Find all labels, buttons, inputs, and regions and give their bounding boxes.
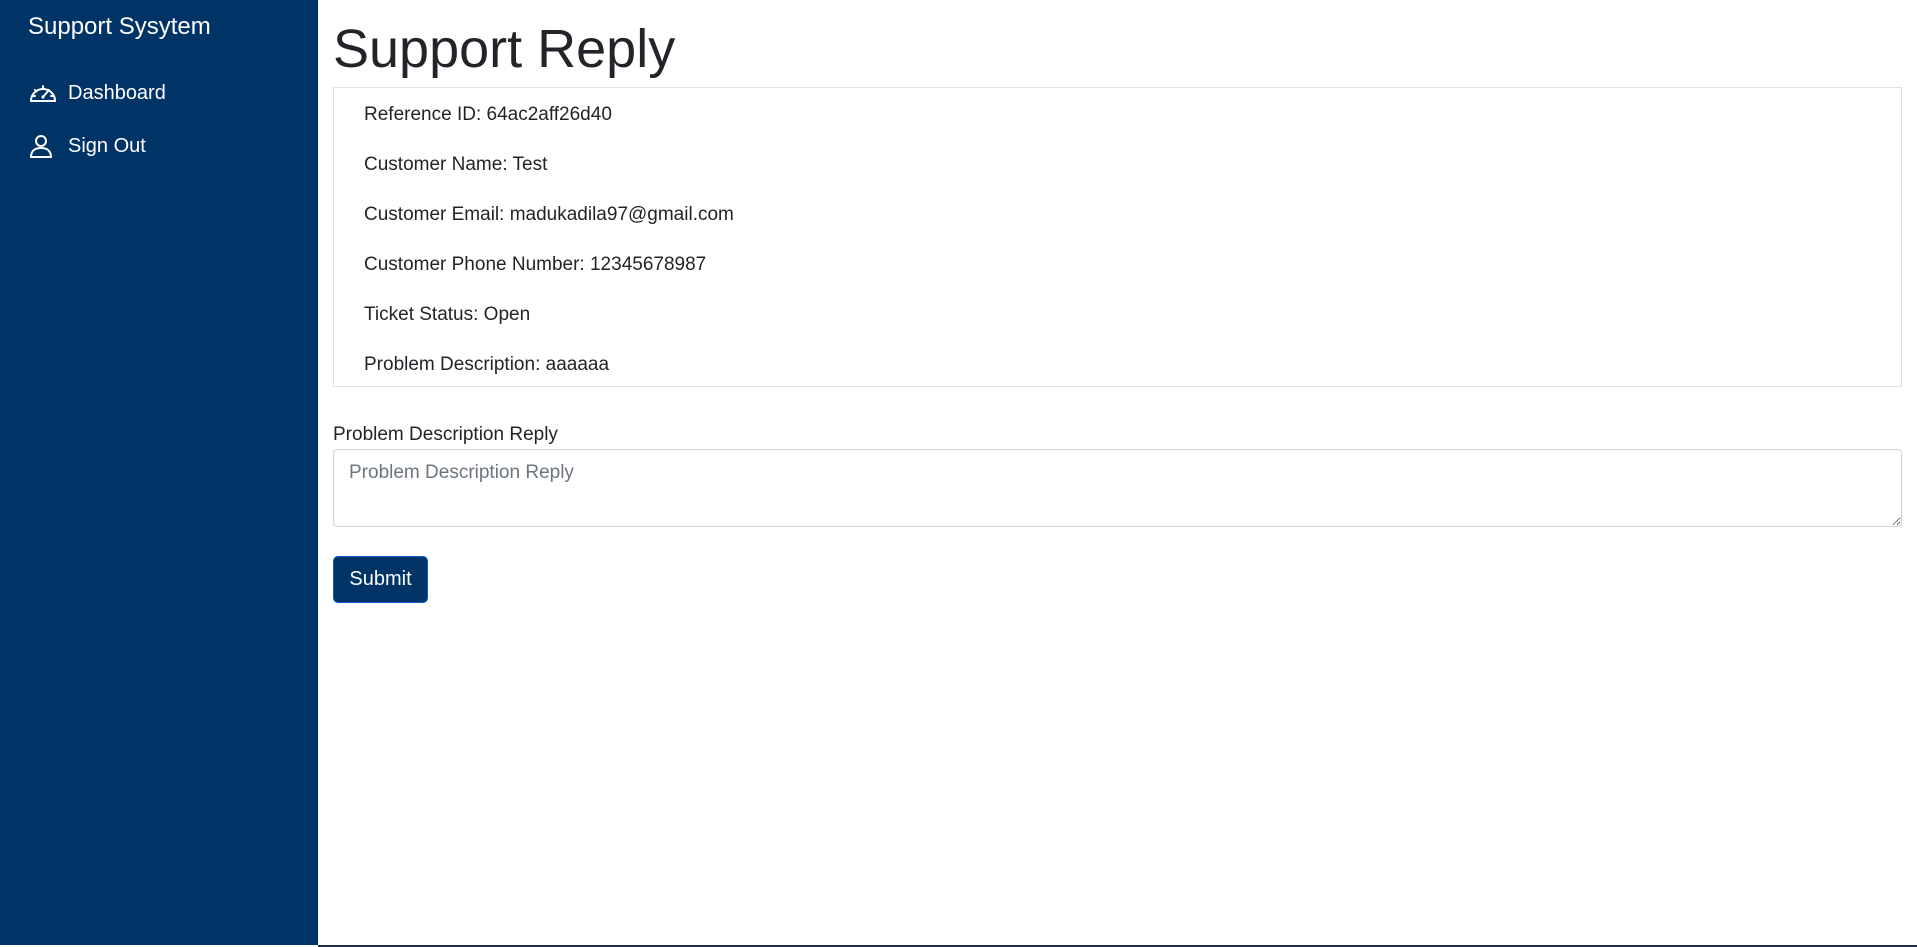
sidebar-item-label: Dashboard [68, 81, 166, 104]
submit-button[interactable]: Submit [333, 556, 428, 603]
speedometer-icon [28, 80, 58, 106]
app: Support Sysytem Dashboard Sign Out Suppo… [0, 0, 1917, 947]
sidebar-item-dashboard[interactable]: Dashboard [28, 77, 166, 109]
sidebar-item-sign-out[interactable]: Sign Out [28, 130, 146, 162]
customer-email-text: Customer Email: madukadila97@gmail.com [364, 204, 734, 225]
reference-id-text: Reference ID: 64ac2aff26d40 [364, 104, 612, 125]
ticket-status-text: Ticket Status: Open [364, 304, 531, 325]
ticket-details-panel: Reference ID: 64ac2aff26d40 Customer Nam… [333, 87, 1902, 387]
sidebar: Support Sysytem Dashboard Sign Out [0, 0, 318, 945]
sidebar-brand: Support Sysytem [28, 13, 211, 40]
person-icon [28, 133, 58, 159]
customer-name-text: Customer Name: Test [364, 154, 548, 175]
sidebar-item-label: Sign Out [68, 134, 146, 157]
problem-description-reply-input[interactable] [333, 449, 1902, 527]
customer-phone-text: Customer Phone Number: 12345678987 [364, 254, 707, 275]
reply-field-label: Problem Description Reply [333, 424, 558, 445]
page-title: Support Reply [333, 19, 676, 79]
problem-description-text: Problem Description: aaaaaa [364, 354, 610, 375]
